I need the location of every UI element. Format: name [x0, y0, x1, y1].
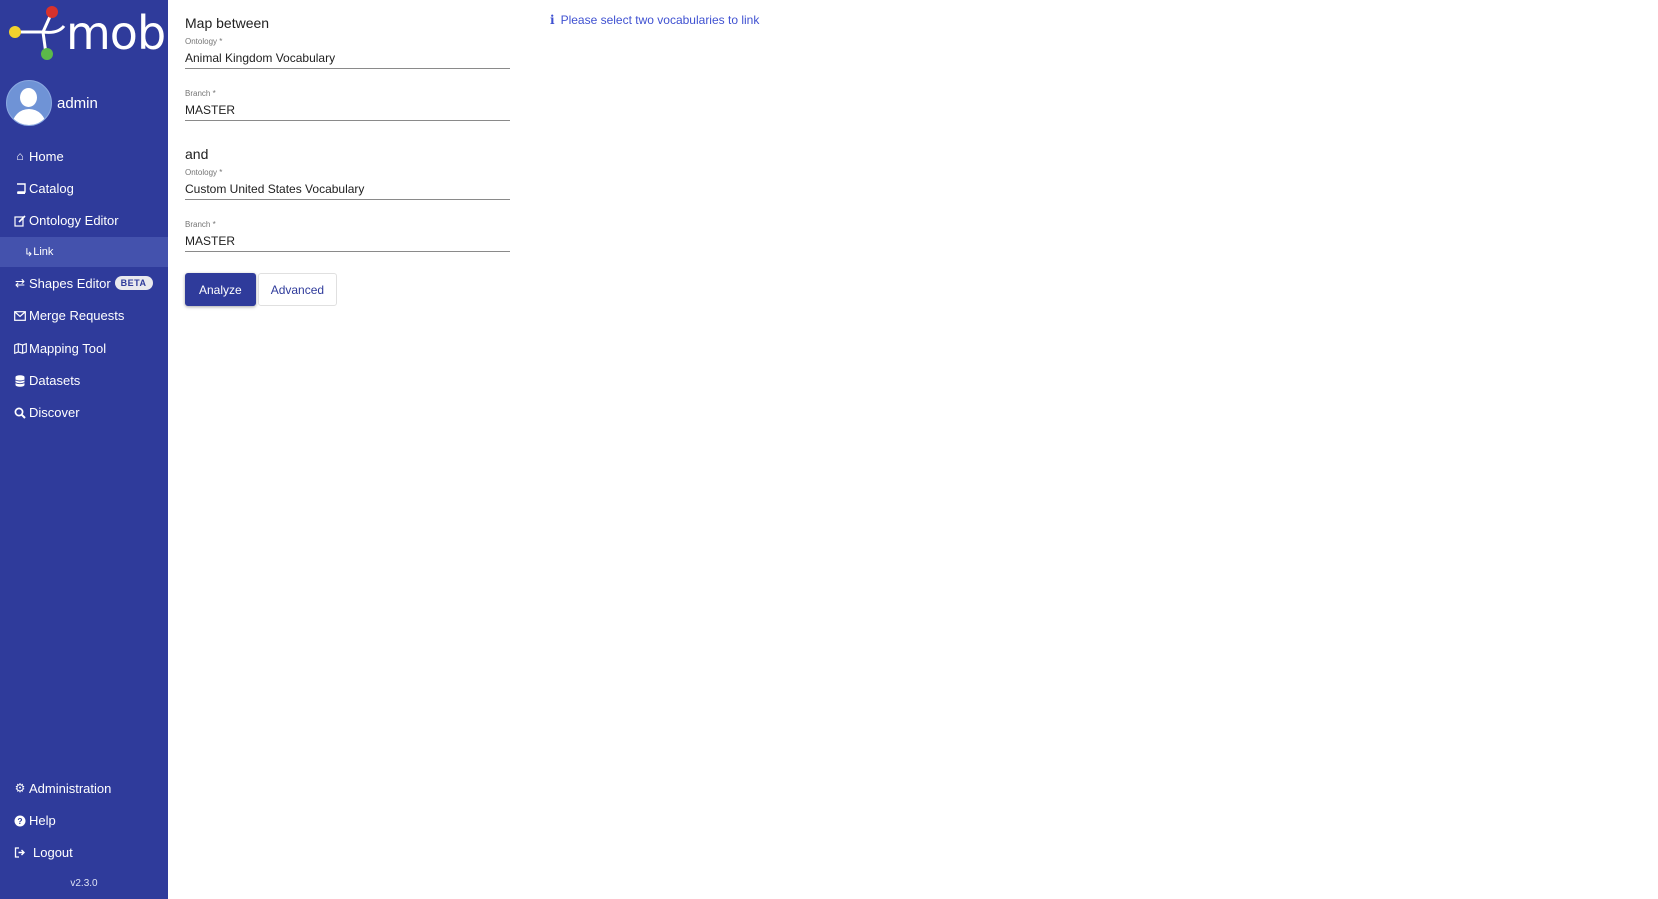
mobi-logo[interactable]: mobi	[6, 4, 178, 62]
logo-text: mobi	[66, 6, 178, 60]
shapes-icon: ⇄	[14, 276, 26, 291]
sidebar-item-help[interactable]: ? Help	[0, 804, 168, 836]
sidebar-item-catalog[interactable]: Catalog	[0, 172, 168, 204]
database-icon	[13, 374, 27, 387]
beta-badge: BETA	[114, 276, 153, 291]
user-name: admin	[57, 94, 98, 112]
sidebar-item-label: Mapping Tool	[29, 340, 107, 356]
return-arrow-icon: ↳	[24, 246, 34, 259]
user-profile[interactable]: admin	[6, 80, 98, 126]
sidebar-item-label: Logout	[33, 845, 73, 861]
sidebar-item-merge-requests[interactable]: Merge Requests	[0, 300, 168, 332]
sidebar-item-datasets[interactable]: Datasets	[0, 364, 168, 396]
search-icon	[13, 407, 27, 419]
ontology-select-1[interactable]: Ontology * Animal Kingdom Vocabulary	[185, 37, 510, 69]
map-between-label: Map between	[185, 15, 270, 31]
sidebar-item-home[interactable]: ⌂ Home	[0, 140, 168, 172]
advanced-button[interactable]: Advanced	[257, 273, 338, 306]
branch-select-2[interactable]: Branch * MASTER	[185, 220, 510, 252]
field-caption: Ontology *	[185, 37, 223, 46]
sidebar-item-label: Administration	[29, 780, 112, 796]
sidebar-subitem-label: Link	[33, 246, 54, 259]
sidebar-item-logout[interactable]: Logout	[0, 837, 168, 869]
sidebar-item-label: Help	[29, 813, 56, 829]
info-icon: i	[550, 13, 555, 27]
sidebar-subitem-link[interactable]: ↳ Link	[0, 237, 168, 268]
field-value: Animal Kingdom Vocabulary	[185, 51, 336, 65]
info-message-text: Please select two vocabularies to link	[560, 13, 760, 27]
field-caption: Branch *	[185, 220, 216, 229]
logout-icon	[13, 847, 27, 859]
avatar	[6, 80, 52, 126]
action-buttons: Analyze Advanced	[185, 273, 338, 306]
analyze-button[interactable]: Analyze	[185, 273, 256, 306]
gear-icon: ⚙	[14, 781, 26, 796]
sidebar-item-label: Datasets	[29, 373, 81, 389]
ontology-select-2[interactable]: Ontology * Custom United States Vocabula…	[185, 168, 510, 200]
sidebar-item-label: Ontology Editor	[29, 213, 119, 229]
branch-select-1[interactable]: Branch * MASTER	[185, 89, 510, 121]
field-value: MASTER	[185, 234, 236, 248]
envelope-icon	[13, 310, 27, 321]
info-message: i Please select two vocabularies to link	[550, 13, 759, 27]
link-vocabularies-panel: Map between Ontology * Animal Kingdom Vo…	[185, 0, 1645, 899]
app-version: v2.3.0	[70, 878, 98, 889]
map-icon	[13, 342, 27, 354]
sidebar-item-label: Discover	[29, 405, 80, 421]
sidebar-item-shapes-editor[interactable]: ⇄ Shapes Editor BETA	[0, 267, 168, 299]
field-caption: Branch *	[185, 89, 216, 98]
field-value: Custom United States Vocabulary	[185, 182, 365, 196]
field-caption: Ontology *	[185, 168, 223, 177]
edit-icon	[13, 215, 27, 227]
sidebar-item-label: Home	[29, 148, 64, 164]
book-icon	[13, 183, 27, 195]
field-value: MASTER	[185, 103, 236, 117]
sidebar-item-administration[interactable]: ⚙ Administration	[0, 772, 168, 804]
sidebar: mobi admin ⌂ Home Catalog Ontology Edito…	[0, 0, 178, 899]
sidebar-item-label: Merge Requests	[29, 308, 125, 324]
home-icon: ⌂	[16, 149, 24, 164]
svg-text:?: ?	[17, 816, 22, 826]
sidebar-item-label: Catalog	[29, 181, 74, 197]
help-icon: ?	[13, 815, 27, 827]
sidebar-item-ontology-editor[interactable]: Ontology Editor	[0, 205, 168, 237]
logo-graph-icon	[9, 6, 66, 60]
sidebar-item-discover[interactable]: Discover	[0, 397, 168, 429]
sidebar-nav: ⌂ Home Catalog Ontology Editor ↳ Link ⇄ …	[0, 140, 168, 429]
sidebar-item-label: Shapes Editor	[29, 275, 111, 291]
sidebar-bottom-nav: ⚙ Administration ? Help Logout	[0, 772, 168, 869]
and-label: and	[185, 146, 209, 162]
sidebar-item-mapping-tool[interactable]: Mapping Tool	[0, 332, 168, 364]
